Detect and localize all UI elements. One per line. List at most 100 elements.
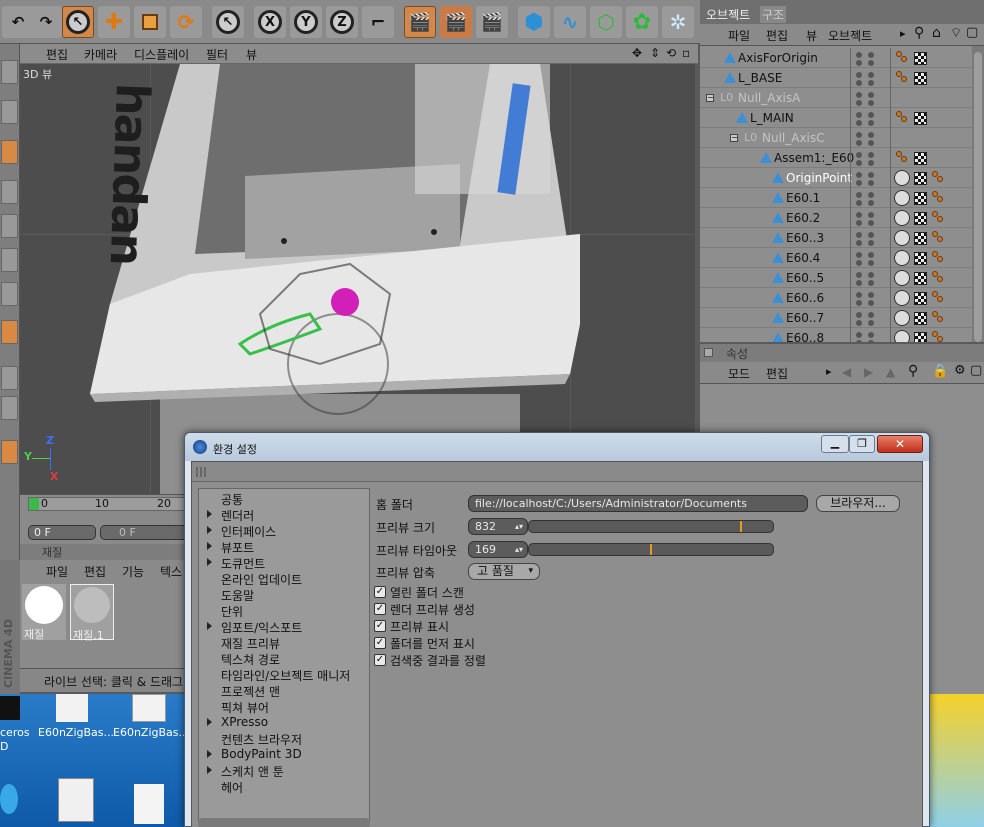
material-menu-edit[interactable]: 편집 [84, 563, 106, 580]
object-row[interactable]: E60..5 [700, 268, 972, 288]
tab-objects[interactable]: 오브젝트 [706, 6, 750, 23]
render-visibility-dot[interactable] [868, 252, 874, 258]
protection-tag-icon[interactable] [894, 330, 910, 342]
desktop-icon-1-label[interactable]: E60nZigBas... [38, 726, 114, 739]
render-visibility-dot[interactable] [868, 232, 874, 238]
tree-horizontal-scrollbar[interactable] [198, 818, 370, 827]
editor-visibility-dot[interactable] [856, 60, 862, 66]
render-visibility-dot[interactable] [868, 220, 874, 226]
start-frame-field[interactable]: 0 F [28, 525, 96, 540]
editor-visibility-dot[interactable] [856, 320, 862, 326]
texture-tag-icon[interactable] [914, 172, 927, 185]
checkbox-label[interactable]: 검색중 결과를 정렬 [390, 652, 486, 669]
render-visibility-dot[interactable] [868, 340, 874, 342]
editor-visibility-dot[interactable] [856, 72, 862, 78]
material-menu-function[interactable]: 기능 [122, 563, 144, 580]
object-row[interactable]: E60.4 [700, 248, 972, 268]
viewport-rotate-icon[interactable]: ⟲ [666, 46, 676, 60]
nurbs-icon[interactable]: ⬡ [590, 6, 622, 38]
model-mode-icon[interactable] [1, 60, 18, 84]
render-visibility-dot[interactable] [868, 160, 874, 166]
object-row[interactable]: − L0 Null_AxisC [700, 128, 972, 148]
chevron-right-icon[interactable] [207, 542, 212, 550]
tree-item[interactable]: 렌더러 [199, 507, 369, 523]
editor-visibility-dot[interactable] [856, 280, 862, 286]
render-visibility-dot[interactable] [868, 152, 874, 158]
move-icon[interactable]: ✚ [98, 6, 130, 38]
expand-toggle-icon[interactable]: − [730, 134, 738, 142]
polygons-mode-icon[interactable] [1, 248, 18, 272]
tree-item[interactable]: BodyPaint 3D [199, 747, 369, 763]
checkbox-label[interactable]: 프리뷰 표시 [390, 618, 449, 635]
chevron-right-icon[interactable] [207, 510, 212, 518]
editor-visibility-dot[interactable] [856, 212, 862, 218]
render-visibility-dot[interactable] [868, 200, 874, 206]
protection-tag-icon[interactable] [894, 270, 910, 286]
om-collapse-icon[interactable]: ⌔ [950, 25, 962, 41]
x-axis-icon[interactable]: X [254, 6, 286, 38]
texture-tag-icon[interactable] [914, 152, 927, 165]
editor-visibility-dot[interactable] [856, 112, 862, 118]
deformer-icon[interactable]: ✲ [662, 6, 694, 38]
material-tab[interactable]: 재질 [20, 544, 190, 560]
viewport-move-icon[interactable]: ✥ [632, 46, 642, 60]
dialog-maximize-button[interactable]: ❐ [849, 435, 875, 453]
phong-tag-icon[interactable] [896, 51, 908, 63]
om-more-icon[interactable]: ▸ [900, 27, 906, 40]
object-row[interactable]: E60..7 [700, 308, 972, 328]
tab-structure[interactable]: 구조 [760, 6, 787, 23]
uv-polygons-icon[interactable] [1, 320, 18, 344]
preferences-category-tree[interactable]: 공통 렌더러 인터페이스 뷰포트 도큐먼트 온라인 업데이트 도움말 단위 임포트/익스포트 재질… [198, 488, 370, 824]
phong-tag-icon[interactable] [932, 291, 944, 303]
object-row[interactable]: AxisForOrigin [700, 48, 972, 68]
editor-visibility-dot[interactable] [856, 152, 862, 158]
viewport-menu-view[interactable]: 뷰 [246, 46, 257, 63]
phong-tag-icon[interactable] [932, 311, 944, 323]
protection-tag-icon[interactable] [894, 290, 910, 306]
editor-visibility-dot[interactable] [856, 292, 862, 298]
render-visibility-dot[interactable] [868, 272, 874, 278]
editor-visibility-dot[interactable] [856, 200, 862, 206]
tree-item[interactable]: 타임라인/오브젝트 매니저 [199, 667, 369, 683]
checkbox-label[interactable]: 렌더 프리뷰 생성 [390, 601, 475, 618]
dialog-minimize-button[interactable]: ▁ [821, 435, 849, 453]
desktop-icon-0-label[interactable]: ceros [0, 726, 30, 739]
preview-timeout-slider-knob[interactable] [650, 544, 652, 555]
render-visibility-dot[interactable] [868, 100, 874, 106]
om-menu-edit[interactable]: 편집 [766, 27, 788, 44]
tree-item[interactable]: 온라인 업데이트 [199, 571, 369, 587]
current-frame-field[interactable]: 0 F [100, 525, 190, 540]
texture-tag-icon[interactable] [914, 252, 927, 265]
editor-visibility-dot[interactable] [856, 260, 862, 266]
render-view-icon[interactable]: 🎬 [404, 6, 436, 38]
dialog-close-button[interactable]: ✕ [877, 435, 923, 453]
axis-mode-icon[interactable] [1, 140, 18, 164]
render-visibility-dot[interactable] [868, 52, 874, 58]
om-menu-view[interactable]: 뷰 [806, 27, 817, 44]
preview-timeout-slider[interactable] [528, 543, 774, 556]
y-axis-icon[interactable]: Y [290, 6, 322, 38]
editor-visibility-dot[interactable] [856, 272, 862, 278]
editor-visibility-dot[interactable] [856, 232, 862, 238]
live-select-icon[interactable]: ↖ [62, 6, 94, 38]
phong-tag-icon[interactable] [896, 151, 908, 163]
object-row[interactable]: E60..8 [700, 328, 972, 342]
phong-tag-icon[interactable] [932, 271, 944, 283]
viewport-menu-display[interactable]: 디스플레이 [134, 46, 189, 63]
tree-item[interactable]: 도움말 [199, 587, 369, 603]
editor-visibility-dot[interactable] [856, 92, 862, 98]
tree-item[interactable]: 임포트/익스포트 [199, 619, 369, 635]
om-home-icon[interactable]: ⌂ [932, 25, 941, 41]
browse-button[interactable]: 브라우저... [816, 495, 900, 512]
object-row[interactable]: E60..3 [700, 228, 972, 248]
tree-item[interactable]: 뷰포트 [199, 539, 369, 555]
editor-visibility-dot[interactable] [856, 180, 862, 186]
render-picture-viewer-icon[interactable]: 🎬 [440, 6, 472, 38]
workplane-icon[interactable] [1, 366, 18, 390]
tree-item[interactable]: 재질 프리뷰 [199, 635, 369, 651]
chevron-right-icon[interactable] [207, 526, 212, 534]
viewport-menu-filter[interactable]: 필터 [206, 46, 228, 63]
phong-tag-icon[interactable] [932, 171, 944, 183]
object-list[interactable]: AxisForOrigin L_BASE − L0 Null_AxisA L_MAIN − L… [700, 46, 984, 342]
attr-search-icon[interactable]: ⚲ [908, 363, 918, 379]
